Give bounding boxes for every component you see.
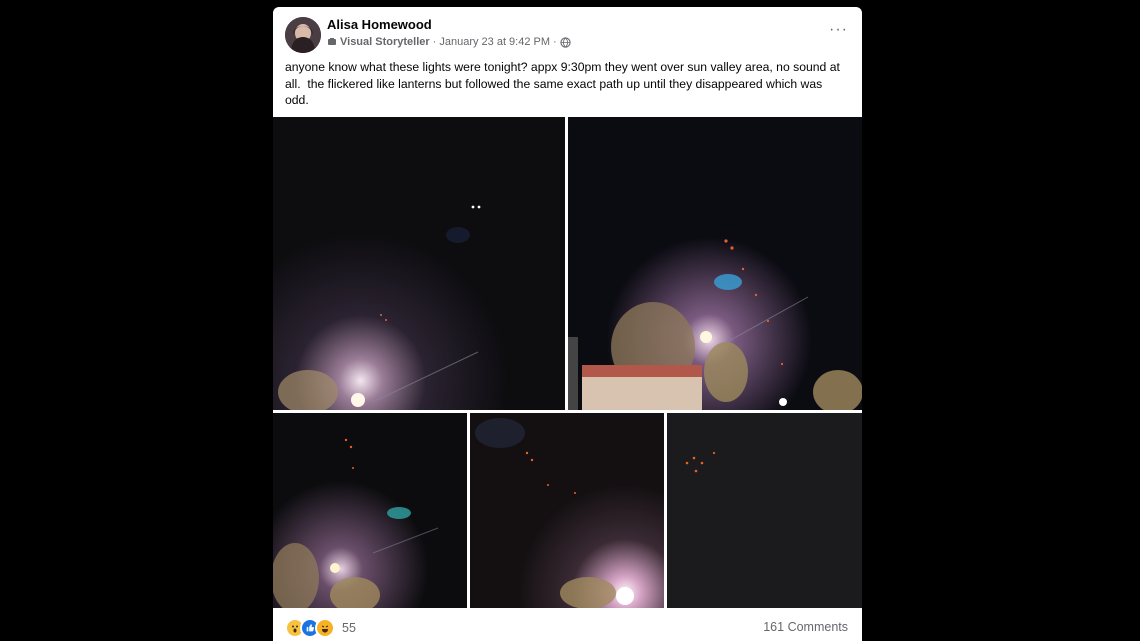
comments-count-link[interactable]: 161 Comments bbox=[763, 620, 848, 634]
post-photo-4[interactable] bbox=[470, 413, 664, 608]
post-photo-2[interactable] bbox=[568, 117, 862, 410]
post-photo-3[interactable] bbox=[273, 413, 467, 608]
facebook-post-card: Alisa Homewood Visual Storyteller · Janu… bbox=[273, 7, 862, 641]
author-name[interactable]: Alisa Homewood bbox=[327, 17, 432, 32]
author-role[interactable]: Visual Storyteller bbox=[340, 36, 430, 48]
post-photo-5[interactable] bbox=[667, 413, 862, 608]
globe-icon[interactable] bbox=[560, 36, 571, 48]
post-timestamp[interactable]: January 23 at 9:42 PM bbox=[439, 36, 550, 48]
more-options-icon[interactable]: ··· bbox=[829, 21, 848, 39]
reaction-summary[interactable]: 55 bbox=[285, 618, 356, 638]
post-header: Alisa Homewood Visual Storyteller · Janu… bbox=[273, 7, 862, 62]
author-avatar[interactable] bbox=[285, 17, 321, 53]
post-footer: 55 161 Comments bbox=[273, 612, 862, 641]
post-photo-1[interactable] bbox=[273, 117, 565, 410]
haha-reaction-icon bbox=[315, 618, 335, 638]
meta-separator: · bbox=[432, 36, 437, 48]
post-meta: Visual Storyteller · January 23 at 9:42 … bbox=[327, 36, 571, 48]
reaction-count: 55 bbox=[342, 621, 356, 635]
meta-separator: · bbox=[553, 36, 557, 48]
post-text: anyone know what these lights were tonig… bbox=[285, 60, 844, 107]
visual-storyteller-badge-icon bbox=[327, 37, 337, 47]
